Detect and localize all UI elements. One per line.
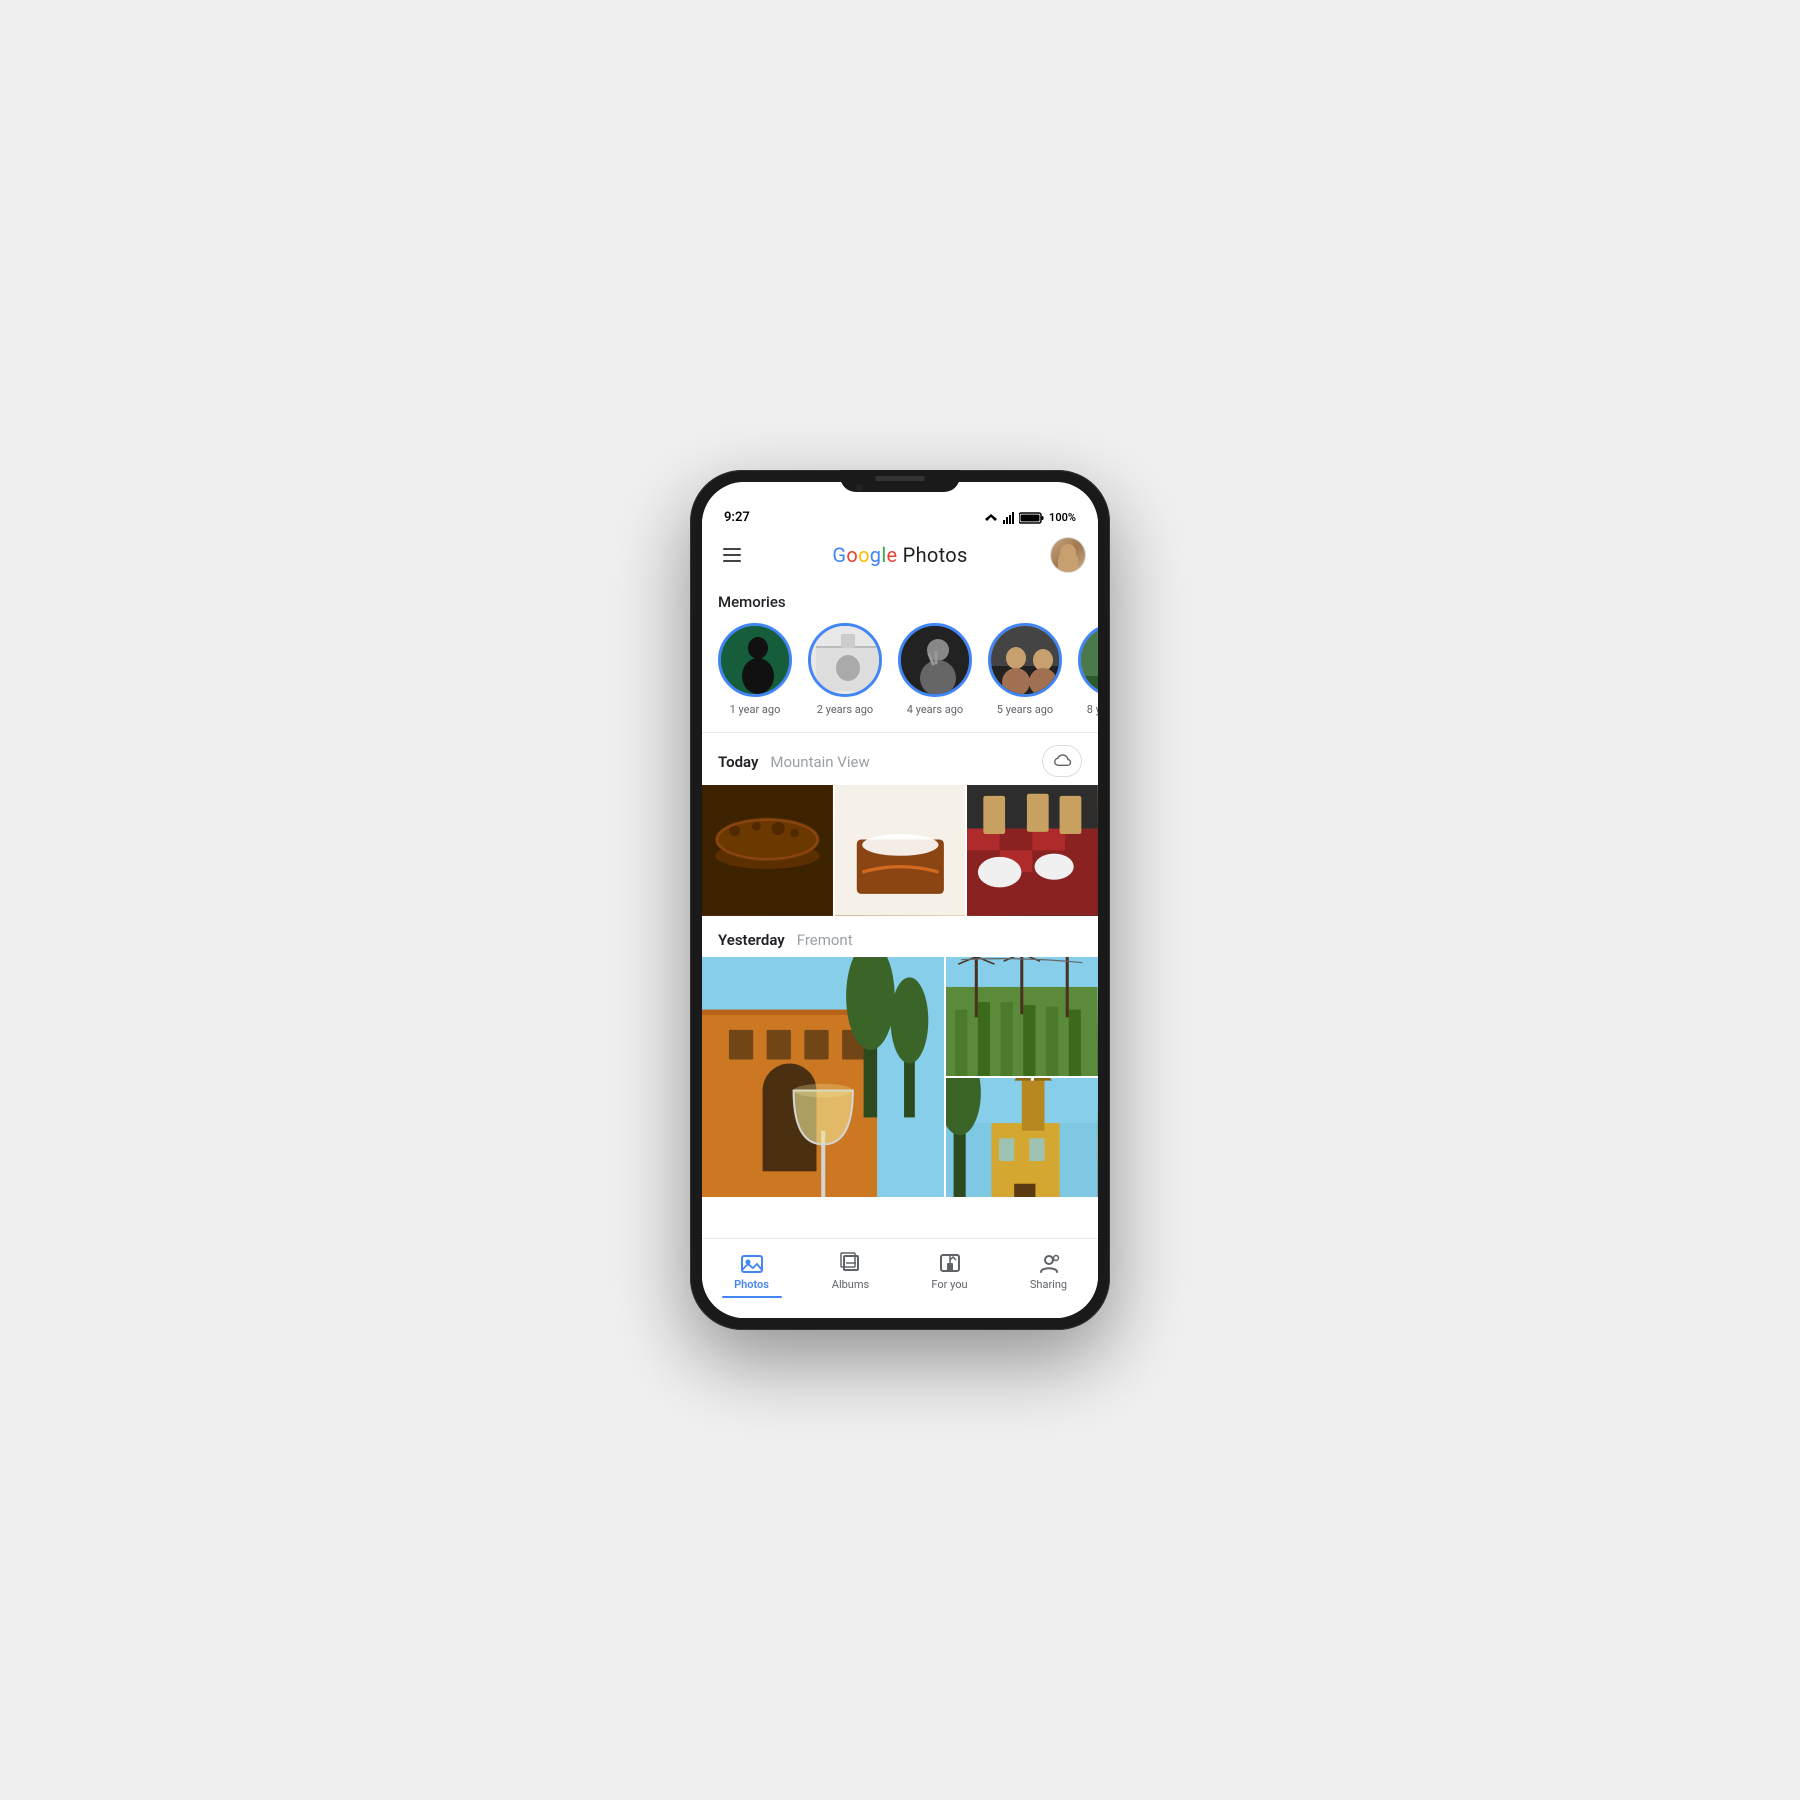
foryou-icon (936, 1251, 964, 1275)
phone-notch (840, 470, 960, 492)
memory-circle-2 (898, 623, 972, 697)
signal-icon (1003, 512, 1015, 524)
memory-item-2[interactable]: 4 years ago (898, 623, 972, 716)
memory-item-0[interactable]: 1 year ago (718, 623, 792, 716)
app-header: Google Photos (702, 531, 1098, 581)
menu-line (723, 554, 741, 556)
app-title: Google Photos (758, 543, 1042, 567)
avatar[interactable] (1050, 537, 1086, 573)
status-icons: 100% (983, 511, 1076, 524)
photo-church[interactable] (946, 1078, 1098, 1197)
phone-screen: 9:27 100% (702, 482, 1098, 1318)
memory-circle-0 (718, 623, 792, 697)
photo-food-pie[interactable] (702, 785, 833, 916)
photo-food-dessert[interactable] (835, 785, 966, 916)
clock: 9:27 (724, 510, 750, 525)
scroll-content[interactable]: Memories 1 year ago (702, 581, 1098, 1238)
memory-circle-3 (988, 623, 1062, 697)
nav-sharing[interactable]: Sharing (999, 1247, 1098, 1302)
sharing-icon (1035, 1251, 1063, 1275)
cloud-upload-button[interactable] (1042, 745, 1082, 777)
yesterday-photos-grid (702, 957, 1098, 1197)
memories-label: Memories (702, 581, 1098, 619)
yesterday-location: Fremont (797, 931, 853, 949)
today-photos-grid (702, 785, 1098, 918)
battery-icon (1019, 512, 1045, 524)
battery-pct: 100% (1049, 511, 1076, 524)
memory-item-4[interactable]: 8 years ago (1078, 623, 1098, 716)
memory-circle-1 (808, 623, 882, 697)
today-header: Today Mountain View (702, 733, 1098, 785)
phone-frame: 9:27 100% (690, 470, 1110, 1330)
camera (855, 484, 863, 492)
memory-label-1: 2 years ago (817, 703, 873, 716)
memory-circle-4 (1078, 623, 1098, 697)
photo-food-table[interactable] (967, 785, 1098, 916)
albums-icon (837, 1251, 865, 1275)
menu-button[interactable] (714, 537, 750, 573)
yesterday-label: Yesterday (718, 931, 785, 949)
nav-active-indicator (722, 1296, 782, 1298)
nav-albums[interactable]: Albums (801, 1247, 900, 1302)
bottom-nav: Photos Albums (702, 1238, 1098, 1318)
today-location: Mountain View (770, 753, 869, 771)
yesterday-header: Yesterday Fremont (702, 918, 1098, 957)
foryou-nav-label: For you (931, 1278, 967, 1291)
today-label: Today (718, 753, 758, 771)
photo-building-wine[interactable] (702, 957, 944, 1197)
speaker (875, 476, 925, 481)
photos-nav-label: Photos (734, 1278, 769, 1291)
memory-item-1[interactable]: 2 years ago (808, 623, 882, 716)
memory-item-3[interactable]: 5 years ago (988, 623, 1062, 716)
photos-icon (738, 1251, 766, 1275)
menu-line (723, 560, 741, 562)
sharing-nav-label: Sharing (1030, 1278, 1067, 1291)
memory-label-3: 5 years ago (997, 703, 1053, 716)
menu-line (723, 548, 741, 550)
memories-row: 1 year ago 2 years ago (702, 619, 1098, 732)
memory-label-2: 4 years ago (907, 703, 963, 716)
memory-label-4: 8 years ago (1087, 703, 1098, 716)
memory-label-0: 1 year ago (730, 703, 781, 716)
photo-vineyard[interactable] (946, 957, 1098, 1076)
nav-photos[interactable]: Photos (702, 1247, 801, 1302)
albums-nav-label: Albums (832, 1278, 869, 1291)
cloud-icon (1052, 753, 1072, 769)
wifi-icon (983, 512, 999, 524)
nav-foryou[interactable]: For you (900, 1247, 999, 1302)
